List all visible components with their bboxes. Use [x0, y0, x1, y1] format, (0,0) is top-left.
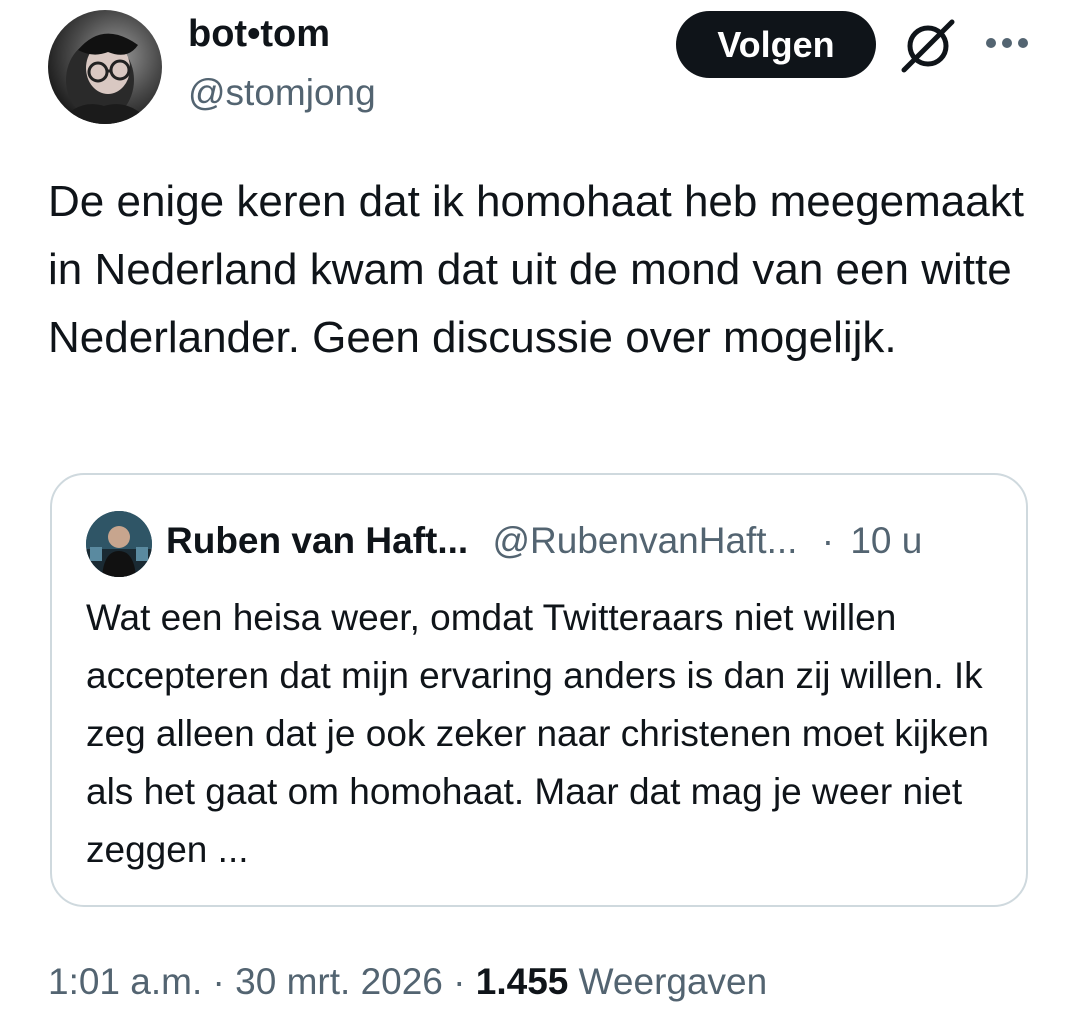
tweet-text: De enige keren dat ik homohaat heb meege…: [48, 177, 1024, 362]
views-label: Weergaven: [578, 961, 768, 1002]
views-count: 1.455: [475, 961, 569, 1002]
more-icon[interactable]: [984, 36, 1030, 50]
profile-photo-icon: [58, 33, 152, 124]
profile-photo-icon: [86, 511, 152, 577]
author-display-name[interactable]: bot•tom: [188, 13, 330, 56]
follow-button[interactable]: Volgen: [676, 11, 876, 78]
quoted-separator: ·: [821, 520, 835, 561]
tweet-time[interactable]: 1:01 a.m.: [48, 961, 202, 1002]
meta-separator: ·: [212, 961, 225, 1002]
grok-icon[interactable]: [896, 18, 958, 74]
meta-separator: ·: [453, 961, 466, 1002]
quoted-display-name: Ruben van Haft...: [166, 520, 469, 561]
quoted-text: Wat een heisa weer, omdat Twitteraars ni…: [86, 597, 989, 870]
quoted-handle: @RubenvanHaft...: [492, 520, 798, 561]
author-avatar[interactable]: [48, 10, 162, 124]
quoted-tweet-card[interactable]: Ruben van Haft... @RubenvanHaft... · 10 …: [50, 473, 1028, 907]
tweet-date[interactable]: 30 mrt. 2026: [235, 961, 443, 1002]
quoted-header: Ruben van Haft... @RubenvanHaft... · 10 …: [166, 519, 922, 563]
tweet-meta: 1:01 a.m. · 30 mrt. 2026 · 1.455 Weergav…: [48, 960, 767, 1004]
author-handle[interactable]: @stomjong: [188, 72, 376, 114]
quoted-author-avatar: [86, 511, 152, 577]
quoted-time: 10 u: [850, 520, 923, 561]
